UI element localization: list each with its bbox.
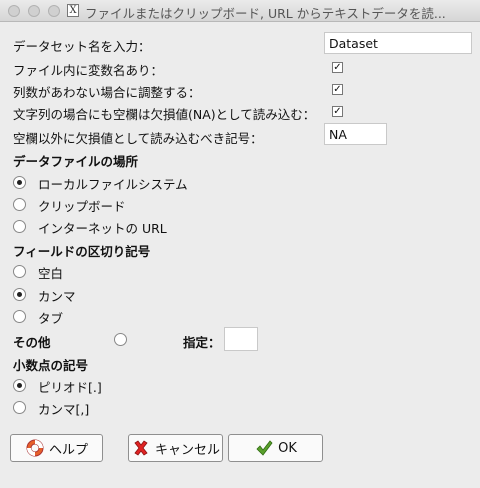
delimiter-space-label[interactable]: 空白: [38, 263, 63, 282]
location-url-radio[interactable]: [13, 220, 26, 233]
location-url-label[interactable]: インターネットの URL: [38, 218, 167, 237]
delimiter-tab-label[interactable]: タブ: [38, 308, 63, 327]
varnames-label: ファイル内に変数名あり：: [13, 63, 164, 78]
help-button[interactable]: ヘルプ: [10, 434, 103, 462]
decimal-comma-label[interactable]: カンマ[,]: [38, 399, 89, 418]
title-bar: X ファイルまたはクリップボード, URL からテキストデータを読...: [0, 0, 480, 22]
na-strings-label: 文字列の場合にも空欄は欠損値(NA)として読み込む：: [13, 107, 316, 122]
x11-app-icon: X: [67, 4, 79, 17]
delimiter-comma-label[interactable]: カンマ: [38, 286, 76, 305]
location-local-label[interactable]: ローカルファイルシステム: [38, 174, 188, 193]
location-clipboard-radio[interactable]: [13, 198, 26, 211]
decimal-heading: 小数点の記号: [13, 358, 89, 373]
dataset-name-input[interactable]: Dataset: [324, 32, 472, 54]
minimize-window-button[interactable]: [28, 5, 40, 17]
lifebuoy-icon: [25, 438, 45, 458]
pad-label: 列数があわない場合に調整する：: [13, 85, 201, 100]
ok-button-label: OK: [278, 440, 297, 456]
missing-symbol-input[interactable]: NA: [324, 123, 387, 145]
na-strings-checkbox[interactable]: ✓: [332, 106, 343, 117]
decimal-period-label[interactable]: ピリオド[.]: [38, 377, 102, 396]
close-window-button[interactable]: [8, 5, 20, 17]
red-x-icon: [131, 438, 151, 458]
cancel-button-label: キャンセル: [154, 442, 220, 458]
delimiter-tab-radio[interactable]: [13, 310, 26, 323]
missing-symbol-label: 空欄以外に欠損値として読み込むべき記号：: [13, 131, 263, 146]
delimiter-comma-radio[interactable]: [13, 288, 26, 301]
decimal-period-radio[interactable]: [13, 379, 26, 392]
delimiter-specify-label: 指定：: [183, 335, 221, 350]
green-check-icon: [254, 438, 274, 458]
delimiter-specify-input[interactable]: [224, 327, 258, 351]
decimal-comma-radio[interactable]: [13, 401, 26, 414]
delimiter-heading: フィールドの区切り記号: [13, 244, 151, 259]
ok-button[interactable]: OK: [228, 434, 323, 462]
delimiter-other-radio[interactable]: [114, 333, 127, 346]
help-button-label: ヘルプ: [48, 442, 88, 458]
cancel-button[interactable]: キャンセル: [128, 434, 223, 462]
location-local-radio[interactable]: [13, 176, 26, 189]
delimiter-other-label: その他: [13, 335, 51, 350]
location-heading: データファイルの場所: [13, 154, 139, 169]
zoom-window-button[interactable]: [48, 5, 60, 17]
varnames-checkbox[interactable]: ✓: [332, 62, 343, 73]
location-clipboard-label[interactable]: クリップボード: [38, 196, 126, 215]
window-title: ファイルまたはクリップボード, URL からテキストデータを読...: [85, 6, 446, 21]
delimiter-space-radio[interactable]: [13, 265, 26, 278]
dataset-name-label: データセット名を入力：: [13, 39, 151, 54]
pad-checkbox[interactable]: ✓: [332, 84, 343, 95]
